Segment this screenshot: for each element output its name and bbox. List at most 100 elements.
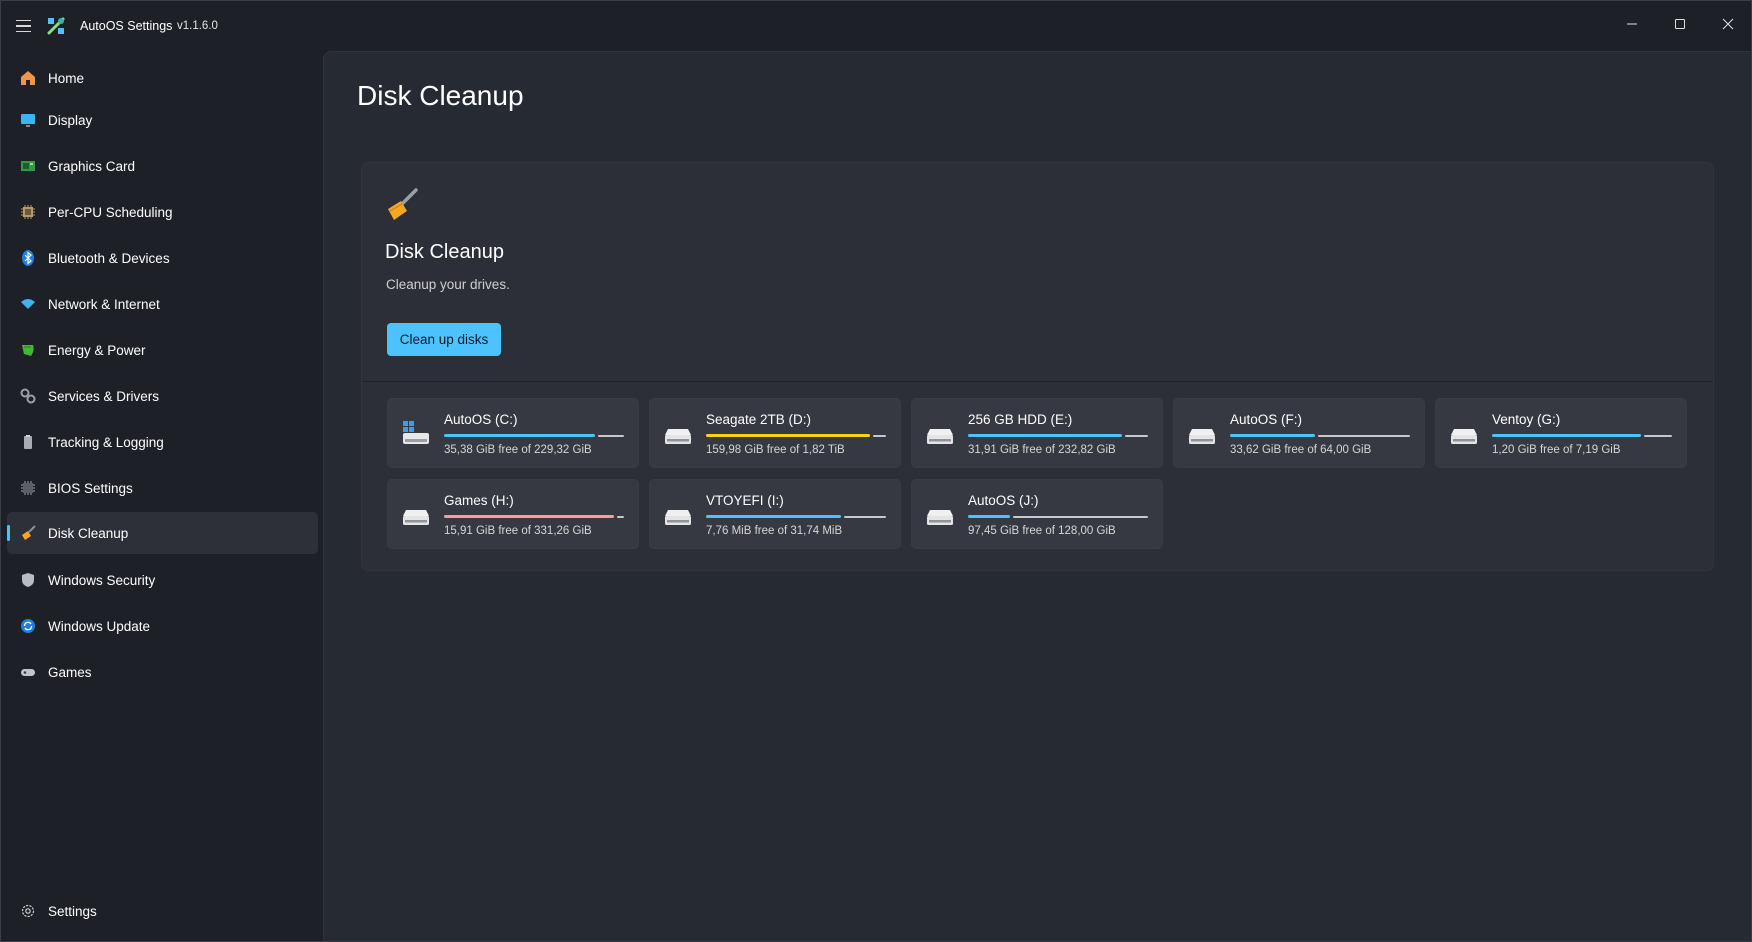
sidebar-item-bios-settings[interactable]: BIOS Settings	[7, 467, 318, 509]
gear-icon	[19, 902, 37, 920]
sidebar-item-tracking-logging[interactable]: Tracking & Logging	[7, 421, 318, 463]
main-content: Disk Cleanup Disk Cleanup Cleanup your d…	[323, 51, 1751, 941]
drive-name: Seagate 2TB (D:)	[706, 412, 812, 427]
clean-up-disks-button[interactable]: Clean up disks	[387, 323, 501, 356]
sidebar-item-label: Windows Security	[48, 572, 156, 588]
drive-tile[interactable]: AutoOS (J:) 97,45 GiB free of 128,00 GiB	[911, 479, 1163, 549]
sidebar-item-graphics-card[interactable]: Graphics Card	[7, 145, 318, 187]
drive-tile[interactable]: Seagate 2TB (D:) 159,98 GiB free of 1,82 …	[649, 398, 901, 468]
drive-usage-fill	[1492, 434, 1641, 437]
drive-usage-bar	[444, 515, 624, 518]
drive-tile[interactable]: Ventoy (G:) 1,20 GiB free of 7,19 GiB	[1435, 398, 1687, 468]
sidebar-item-label: Display	[48, 112, 93, 128]
home-icon	[19, 69, 37, 87]
gamepad-icon	[19, 663, 37, 681]
drive-tile[interactable]: AutoOS (C:) 35,38 GiB free of 229,32 GiB	[387, 398, 639, 468]
shield-icon	[19, 571, 37, 589]
hard-drive-icon	[1187, 421, 1217, 447]
close-icon	[1722, 18, 1734, 30]
drive-usage-bar	[444, 434, 624, 437]
update-icon	[19, 617, 37, 635]
active-indicator	[7, 525, 10, 541]
drive-free-track	[844, 516, 886, 518]
menu-icon[interactable]	[13, 15, 35, 37]
drive-free-space: 35,38 GiB free of 229,32 GiB	[444, 444, 592, 456]
drive-name: Games (H:)	[444, 493, 514, 508]
sidebar-item-label: Network & Internet	[48, 296, 160, 312]
title-bar: AutoOS Settings v1.1.6.0	[1, 1, 1751, 51]
sidebar-item-label: Settings	[48, 903, 97, 919]
drive-usage-fill	[444, 434, 595, 437]
app-logo-icon	[47, 17, 65, 35]
drive-usage-fill	[706, 515, 841, 518]
sidebar-item-services-drivers[interactable]: Services & Drivers	[7, 375, 318, 417]
drive-usage-fill	[444, 515, 614, 518]
sidebar-item-label: Services & Drivers	[48, 388, 160, 404]
sidebar-item-games[interactable]: Games	[7, 651, 318, 693]
drive-free-space: 31,91 GiB free of 232,82 GiB	[968, 444, 1116, 456]
sidebar-item-home[interactable]: Home	[7, 57, 318, 99]
drive-free-space: 97,45 GiB free of 128,00 GiB	[968, 525, 1116, 537]
drive-tile[interactable]: 256 GB HDD (E:) 31,91 GiB free of 232,82 …	[911, 398, 1163, 468]
close-button[interactable]	[1704, 1, 1752, 47]
hard-drive-icon	[663, 502, 693, 528]
drive-free-space: 7,76 MiB free of 31,74 MiB	[706, 525, 843, 537]
drive-usage-fill	[968, 515, 1010, 518]
sidebar-item-energy-power[interactable]: Energy & Power	[7, 329, 318, 371]
hard-drive-icon	[925, 502, 955, 528]
sidebar-item-windows-update[interactable]: Windows Update	[7, 605, 318, 647]
drive-name: 256 GB HDD (E:)	[968, 412, 1073, 427]
sidebar-item-per-cpu-scheduling[interactable]: Per-CPU Scheduling	[7, 191, 318, 233]
drive-usage-fill	[706, 434, 870, 437]
sidebar-item-bluetooth-devices[interactable]: Bluetooth & Devices	[7, 237, 318, 279]
battery-icon	[19, 341, 37, 359]
app-title: AutoOS Settings	[80, 19, 173, 33]
drive-tile[interactable]: Games (H:) 15,91 GiB free of 331,26 GiB	[387, 479, 639, 549]
drive-free-space: 15,91 GiB free of 331,26 GiB	[444, 525, 592, 537]
drive-usage-fill	[1230, 434, 1315, 437]
maximize-icon	[1675, 19, 1685, 29]
divider	[362, 381, 1713, 382]
sidebar-item-windows-security[interactable]: Windows Security	[7, 559, 318, 601]
drive-name: AutoOS (J:)	[968, 493, 1039, 508]
sidebar-item-display[interactable]: Display	[7, 99, 318, 141]
sidebar-item-disk-cleanup[interactable]: Disk Cleanup	[7, 512, 318, 554]
minimize-icon	[1627, 23, 1637, 25]
broom-icon	[388, 188, 418, 220]
system-drive-icon	[401, 421, 431, 447]
sidebar-item-label: BIOS Settings	[48, 480, 133, 496]
disk-cleanup-card: Disk Cleanup Cleanup your drives. Clean …	[361, 162, 1714, 571]
drive-tile[interactable]: AutoOS (F:) 33,62 GiB free of 64,00 GiB	[1173, 398, 1425, 468]
drive-free-track	[1125, 435, 1148, 437]
drive-free-track	[1013, 516, 1148, 518]
sidebar-item-label: Per-CPU Scheduling	[48, 204, 173, 220]
drive-usage-bar	[1492, 434, 1672, 437]
hard-drive-icon	[663, 421, 693, 447]
drive-free-space: 159,98 GiB free of 1,82 TiB	[706, 444, 845, 456]
sidebar-item-network-internet[interactable]: Network & Internet	[7, 283, 318, 325]
drive-free-track	[617, 516, 624, 518]
drive-free-space: 33,62 GiB free of 64,00 GiB	[1230, 444, 1372, 456]
gears-icon	[19, 387, 37, 405]
hard-drive-icon	[925, 421, 955, 447]
bluetooth-icon	[19, 249, 37, 267]
hard-drive-icon	[401, 502, 431, 528]
drive-tile[interactable]: VTOYEFI (I:) 7,76 MiB free of 31,74 MiB	[649, 479, 901, 549]
drive-name: Ventoy (G:)	[1492, 412, 1561, 427]
minimize-button[interactable]	[1608, 1, 1656, 47]
broom-icon	[19, 524, 37, 542]
wifi-icon	[19, 295, 37, 313]
sidebar: Home Display Graphics Card Per-CPU Sched…	[1, 51, 323, 942]
sidebar-item-label: Graphics Card	[48, 158, 136, 174]
sidebar-item-settings[interactable]: Settings	[7, 890, 318, 932]
sidebar-item-label: Games	[48, 664, 92, 680]
sidebar-item-label: Energy & Power	[48, 342, 146, 358]
card-title: Disk Cleanup	[385, 241, 504, 263]
drive-free-track	[1318, 435, 1410, 437]
display-icon	[19, 111, 37, 129]
drive-usage-bar	[706, 515, 886, 518]
graphics-card-icon	[19, 157, 37, 175]
maximize-button[interactable]	[1656, 1, 1704, 47]
page-title: Disk Cleanup	[357, 80, 524, 111]
chip-icon	[19, 479, 37, 497]
